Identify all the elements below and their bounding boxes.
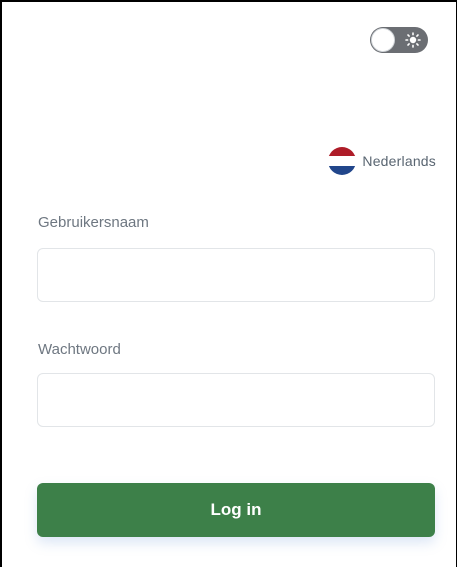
sun-icon (405, 32, 421, 48)
language-label: Nederlands (362, 153, 436, 169)
password-label: Wachtwoord (38, 341, 121, 358)
language-selector[interactable]: Nederlands (328, 147, 436, 175)
toggle-knob (371, 28, 395, 52)
login-button[interactable]: Log in (37, 483, 435, 537)
theme-toggle[interactable] (370, 27, 428, 53)
password-input[interactable] (37, 373, 435, 427)
username-label: Gebruikersnaam (38, 214, 149, 231)
netherlands-flag-icon (328, 147, 357, 175)
username-input[interactable] (37, 248, 435, 302)
